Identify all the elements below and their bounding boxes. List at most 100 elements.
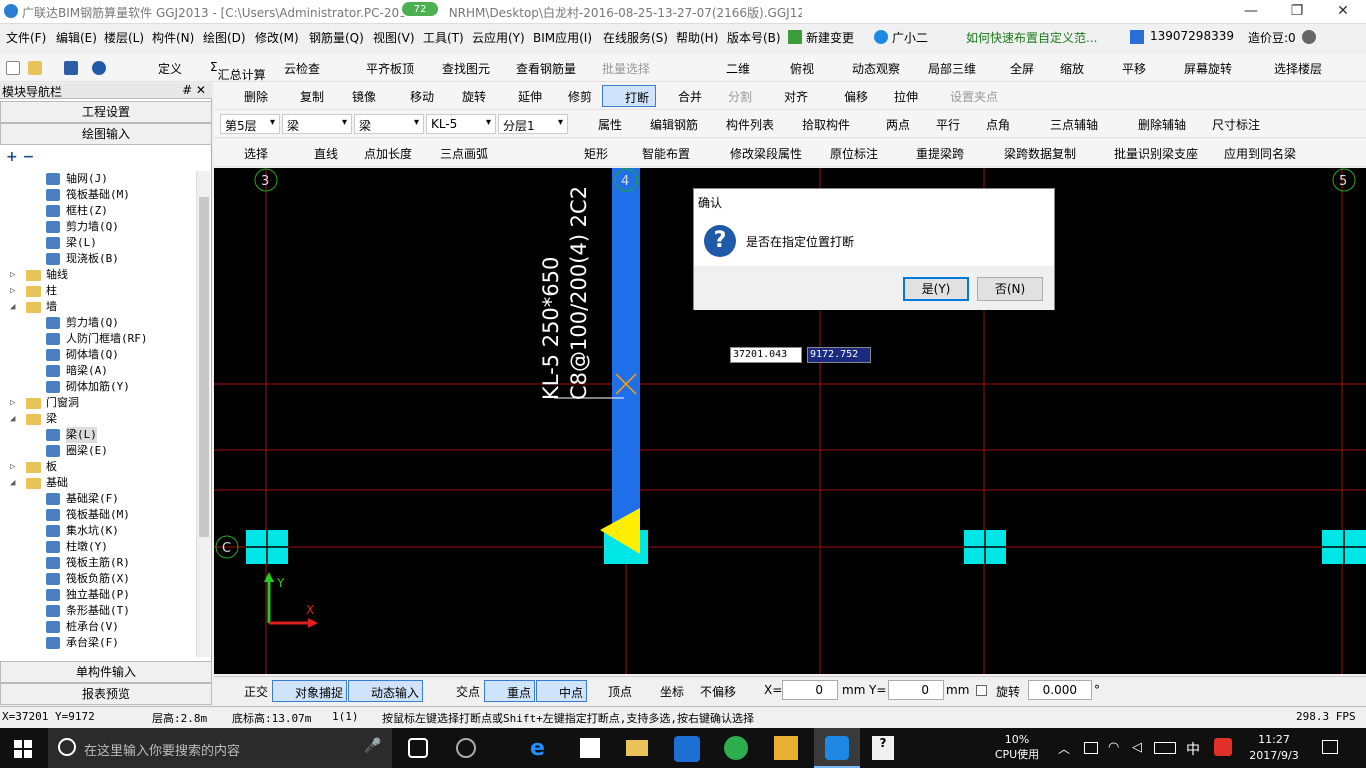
vertex-snap[interactable]: 顶点 xyxy=(608,683,632,700)
task-view-icon[interactable] xyxy=(408,738,428,758)
layer-select[interactable]: 分层1 xyxy=(498,114,568,134)
menu-floor[interactable]: 楼层(L) xyxy=(104,29,144,46)
offset-button[interactable]: 偏移 xyxy=(844,88,868,105)
floor-select[interactable]: 第5层 xyxy=(220,114,280,134)
find-element-button[interactable]: 查找图元 xyxy=(442,60,490,77)
notification-badge[interactable]: 72 xyxy=(400,0,440,18)
tree-expander-icon[interactable]: ▷ xyxy=(10,283,15,299)
pick-component-button[interactable]: 拾取构件 xyxy=(802,116,850,133)
tree-item[interactable]: 承台梁(F) xyxy=(46,635,119,651)
user-phone[interactable]: 13907298339 xyxy=(1150,29,1234,43)
tree-item[interactable]: 筏板基础(M) xyxy=(46,187,130,203)
menu-help[interactable]: 帮助(H) xyxy=(676,29,718,46)
offset-mode-select[interactable]: 不偏移 xyxy=(700,683,736,700)
extend-button[interactable]: 延伸 xyxy=(518,88,542,105)
select-floor-button[interactable]: 选择楼层 xyxy=(1274,60,1322,77)
menu-tools[interactable]: 工具(T) xyxy=(423,29,464,46)
help-app-icon[interactable]: ? xyxy=(872,736,894,760)
intersection-snap[interactable]: 交点 xyxy=(456,683,480,700)
define-button[interactable]: 定义 xyxy=(158,60,182,77)
dynamic-input-toggle[interactable]: 动态输入 xyxy=(348,680,424,702)
delete-axis-button[interactable]: 删除辅轴 xyxy=(1138,116,1186,133)
windows-start-icon[interactable] xyxy=(14,740,32,758)
tree-item[interactable]: 独立基础(P) xyxy=(46,587,130,603)
menu-cloud[interactable]: 云应用(Y) xyxy=(472,29,525,46)
notes-app-icon[interactable] xyxy=(774,736,798,760)
x-offset-input[interactable]: 0 xyxy=(782,680,838,700)
tree-item[interactable]: 条形基础(T) xyxy=(46,603,130,619)
tree-item[interactable]: 圈梁(E) xyxy=(46,443,108,459)
rotate-button[interactable]: 旋转 xyxy=(462,88,486,105)
profile-icon[interactable] xyxy=(1302,30,1316,44)
copy-button[interactable]: 复制 xyxy=(300,88,324,105)
batch-identify-support-button[interactable]: 批量识别梁支座 xyxy=(1114,145,1198,162)
apply-same-name-button[interactable]: 应用到同名梁 xyxy=(1224,145,1296,162)
screen-rotate-button[interactable]: 屏幕旋转 xyxy=(1184,60,1232,77)
component-list-button[interactable]: 构件列表 xyxy=(726,116,774,133)
view-rebar-qty-button[interactable]: 查看钢筋量 xyxy=(516,60,576,77)
tree-item[interactable]: 筏板基础(M) xyxy=(46,507,130,523)
rectangle-tool[interactable]: 矩形 xyxy=(584,145,608,162)
minimize-button[interactable]: — xyxy=(1228,0,1274,24)
menu-modify[interactable]: 修改(M) xyxy=(255,29,299,46)
re-extract-span-button[interactable]: 重提梁跨 xyxy=(916,145,964,162)
menu-rebar[interactable]: 钢筋量(Q) xyxy=(309,29,364,46)
battery-icon[interactable] xyxy=(1084,742,1098,754)
tree-item[interactable]: 剪力墙(Q) xyxy=(46,219,119,235)
coordinate-snap[interactable]: 坐标 xyxy=(660,683,684,700)
tree-item[interactable]: 砌体墙(Q) xyxy=(46,347,119,363)
menu-online[interactable]: 在线服务(S) xyxy=(603,29,668,46)
ime-indicator[interactable]: 中 xyxy=(1186,739,1200,759)
tree-item[interactable]: 柱墩(Y) xyxy=(46,539,108,555)
clock[interactable]: 11:27 2017/9/3 xyxy=(1244,732,1304,764)
menu-component[interactable]: 构件(N) xyxy=(152,29,194,46)
notification-center-icon[interactable] xyxy=(1322,740,1338,754)
menu-version[interactable]: 版本号(B) xyxy=(727,29,781,46)
rotate-checkbox[interactable] xyxy=(976,685,987,696)
align-slab-top-button[interactable]: 平齐板顶 xyxy=(366,60,414,77)
select-tool[interactable]: 选择 xyxy=(244,145,268,162)
undo-icon[interactable] xyxy=(92,61,106,75)
new-file-icon[interactable] xyxy=(6,61,20,75)
menu-draw[interactable]: 绘图(D) xyxy=(203,29,246,46)
tree-scrollbar[interactable] xyxy=(196,171,210,657)
merge-button[interactable]: 合并 xyxy=(678,88,702,105)
point-length-tool[interactable]: 点加长度 xyxy=(364,145,412,162)
midpoint-snap-a[interactable]: 重点 xyxy=(484,680,536,702)
tree-item[interactable]: 暗梁(A) xyxy=(46,363,108,379)
component-select[interactable]: KL-5 xyxy=(426,114,496,134)
three-point-axis-button[interactable]: 三点辅轴 xyxy=(1050,116,1098,133)
top-view-select[interactable]: 俯视 xyxy=(790,60,814,77)
mirror-button[interactable]: 镜像 xyxy=(352,88,376,105)
parallel-button[interactable]: 平行 xyxy=(936,116,960,133)
modify-beam-segment-button[interactable]: 修改梁段属性 xyxy=(730,145,802,162)
tree-item[interactable]: 轴网(J) xyxy=(46,171,108,187)
save-icon[interactable] xyxy=(64,61,78,75)
rotate-angle-input[interactable]: 0.000 xyxy=(1028,680,1092,700)
sogou-ime-icon[interactable] xyxy=(1214,738,1232,756)
tree-item[interactable]: ◢ 墙 xyxy=(10,299,57,315)
no-button[interactable]: 否(N) xyxy=(977,277,1043,301)
local-3d-button[interactable]: 局部三维 xyxy=(928,60,976,77)
store-icon[interactable] xyxy=(580,738,600,758)
sum-calc-button[interactable]: Σ 汇总计算 xyxy=(210,60,266,82)
menu-view[interactable]: 视图(V) xyxy=(373,29,415,46)
yes-button[interactable]: 是(Y) xyxy=(903,277,969,301)
tree-item[interactable]: 砌体加筋(Y) xyxy=(46,379,130,395)
tree-item[interactable]: ◢ 基础 xyxy=(10,475,68,491)
tree-item[interactable]: 梁(L) xyxy=(46,235,97,251)
project-settings-button[interactable]: 工程设置 xyxy=(0,101,212,123)
coord-x-input[interactable]: 37201.043 xyxy=(730,347,802,363)
coord-y-input[interactable]: 9172.752 xyxy=(807,347,871,363)
cloud-check-button[interactable]: 云检查 xyxy=(284,60,320,77)
tree-expander-icon[interactable]: ◢ xyxy=(10,411,15,427)
tree-item[interactable]: 集水坑(K) xyxy=(46,523,119,539)
tree-item[interactable]: 筏板主筋(R) xyxy=(46,555,130,571)
move-button[interactable]: 移动 xyxy=(410,88,434,105)
align-button[interactable]: 对齐 xyxy=(784,88,808,105)
batch-select-button[interactable]: 批量选择 xyxy=(602,60,650,77)
dynamic-view-button[interactable]: 动态观察 xyxy=(852,60,900,77)
file-explorer-icon[interactable] xyxy=(626,740,648,756)
object-snap-toggle[interactable]: 对象捕捉 xyxy=(272,680,348,702)
in-place-annotation-button[interactable]: 原位标注 xyxy=(830,145,878,162)
